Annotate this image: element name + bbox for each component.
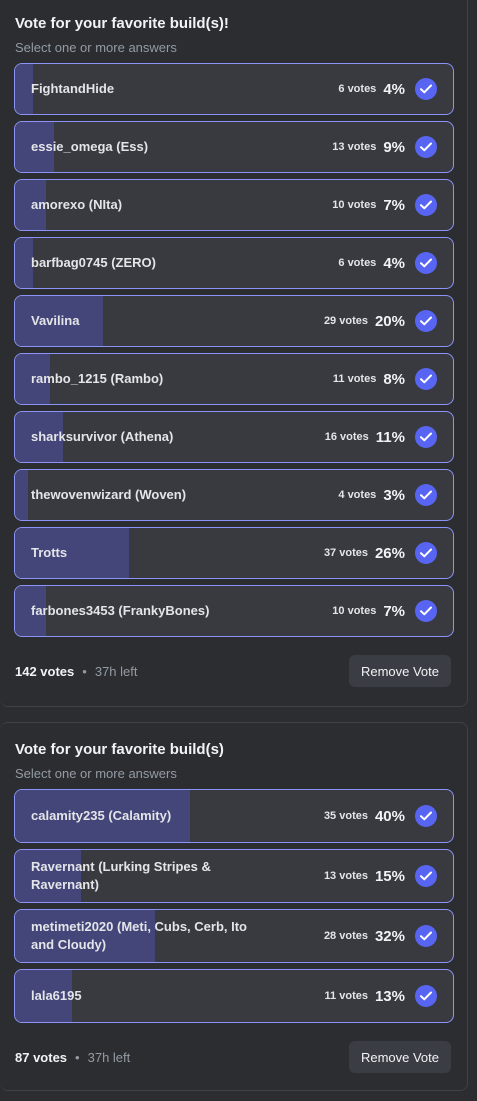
answer-option[interactable]: calamity235 (Calamity) 35 votes 40% <box>14 789 454 843</box>
answer-list: calamity235 (Calamity) 35 votes 40% Raver… <box>14 789 454 1029</box>
answer-percent: 7% <box>383 196 405 214</box>
answer-progress <box>15 238 33 288</box>
time-left: 37h left <box>94 663 138 679</box>
answer-votes: 13 votes <box>323 870 368 882</box>
checkmark-icon <box>415 426 437 448</box>
checkmark-icon <box>415 542 437 564</box>
answer-option[interactable]: barfbag0745 (ZERO) 6 votes 4% <box>14 237 454 289</box>
answer-percent: 4% <box>383 254 405 272</box>
answer-option[interactable]: farbones3453 (FrankyBones) 10 votes 7% <box>14 585 454 637</box>
answer-option[interactable]: essie_omega (Ess) 13 votes 9% <box>14 121 454 173</box>
answer-percent: 11% <box>375 428 405 446</box>
checkmark-icon <box>415 252 437 274</box>
answer-label: essie_omega (Ess) <box>31 139 149 154</box>
remove-vote-button[interactable]: Remove Vote <box>348 655 451 687</box>
answer-votes: 37 votes <box>323 547 368 559</box>
total-votes: 142 votes <box>15 663 75 679</box>
answer-percent: 32% <box>374 927 405 945</box>
answer-votes: 28 votes <box>323 930 368 942</box>
answer-label: metimeti2020 (Meti, Cubs, Cerb, Ito and … <box>31 919 247 952</box>
answer-progress <box>15 470 29 520</box>
answer-label: Vavilina <box>31 313 80 328</box>
answer-label: sharksurvivor (Athena) <box>31 429 174 444</box>
answer-label: amorexo (NIta) <box>31 197 123 212</box>
answer-percent: 3% <box>383 486 405 504</box>
answer-label: rambo_1215 (Rambo) <box>31 371 164 386</box>
checkmark-icon <box>415 925 437 947</box>
answer-percent: 13% <box>374 987 405 1005</box>
answer-progress <box>15 64 33 114</box>
answer-votes: 6 votes <box>338 83 377 95</box>
answer-votes: 11 votes <box>324 990 368 1002</box>
poll-hint: Select one or more answers <box>15 766 177 781</box>
checkmark-icon <box>415 368 437 390</box>
poll-footer: 142 votes • 37h left Remove Vote <box>15 655 452 687</box>
answer-label: Trotts <box>31 545 68 560</box>
answer-votes: 11 votes <box>332 373 377 385</box>
time-left: 37h left <box>87 1049 131 1065</box>
answer-label: FightandHide <box>31 81 115 96</box>
answer-percent: 8% <box>383 370 405 388</box>
poll-hint: Select one or more answers <box>15 40 177 55</box>
answer-percent: 26% <box>374 544 405 562</box>
answer-option[interactable]: lala6195 11 votes 13% <box>14 969 454 1023</box>
answer-option[interactable]: Ravernant (Lurking Stripes & Ravernant) … <box>14 849 454 903</box>
poll-question: Vote for your favorite build(s) <box>15 741 224 758</box>
separator: • <box>75 1049 80 1065</box>
poll-question: Vote for your favorite build(s)! <box>15 15 229 32</box>
answer-option[interactable]: Vavilina 29 votes 20% <box>14 295 454 347</box>
checkmark-icon <box>415 805 437 827</box>
answer-percent: 20% <box>374 312 405 330</box>
answer-option[interactable]: thewovenwizard (Woven) 4 votes 3% <box>14 469 454 521</box>
checkmark-icon <box>415 136 437 158</box>
answer-label: farbones3453 (FrankyBones) <box>31 603 210 618</box>
poll-card: Vote for your favorite build(s) Select o… <box>0 722 468 1091</box>
answer-option[interactable]: Trotts 37 votes 26% <box>14 527 454 579</box>
checkmark-icon <box>415 865 437 887</box>
poll-footer: 87 votes • 37h left Remove Vote <box>15 1041 452 1073</box>
answer-option[interactable]: rambo_1215 (Rambo) 11 votes 8% <box>14 353 454 405</box>
answer-label: lala6195 <box>31 988 82 1003</box>
answer-percent: 9% <box>383 138 405 156</box>
total-votes: 87 votes <box>15 1049 68 1065</box>
answer-percent: 15% <box>374 867 405 885</box>
answer-label: Ravernant (Lurking Stripes & Ravernant) <box>31 859 211 892</box>
answer-list: FightandHide 6 votes 4% essie_omega (Ess)… <box>14 63 454 643</box>
answer-votes: 4 votes <box>338 489 377 501</box>
checkmark-icon <box>415 310 437 332</box>
answer-votes: 6 votes <box>338 257 377 269</box>
separator: • <box>82 663 87 679</box>
answer-option[interactable]: sharksurvivor (Athena) 16 votes 11% <box>14 411 454 463</box>
poll-card: Vote for your favorite build(s)! Select … <box>0 0 468 707</box>
checkmark-icon <box>415 600 437 622</box>
checkmark-icon <box>415 484 437 506</box>
checkmark-icon <box>415 194 437 216</box>
answer-percent: 4% <box>383 80 405 98</box>
remove-vote-button[interactable]: Remove Vote <box>348 1041 451 1073</box>
checkmark-icon <box>415 985 437 1007</box>
answer-label: barfbag0745 (ZERO) <box>31 255 156 270</box>
answer-option[interactable]: metimeti2020 (Meti, Cubs, Cerb, Ito and … <box>14 909 454 963</box>
answer-votes: 10 votes <box>332 605 377 617</box>
answer-label: calamity235 (Calamity) <box>31 808 172 823</box>
answer-option[interactable]: amorexo (NIta) 10 votes 7% <box>14 179 454 231</box>
answer-votes: 13 votes <box>332 141 377 153</box>
answer-votes: 16 votes <box>324 431 369 443</box>
answer-votes: 10 votes <box>332 199 377 211</box>
answer-percent: 40% <box>374 807 405 825</box>
answer-label: thewovenwizard (Woven) <box>31 487 187 502</box>
answer-votes: 29 votes <box>323 315 368 327</box>
answer-option[interactable]: FightandHide 6 votes 4% <box>14 63 454 115</box>
answer-percent: 7% <box>383 602 405 620</box>
answer-votes: 35 votes <box>323 810 368 822</box>
checkmark-icon <box>415 78 437 100</box>
